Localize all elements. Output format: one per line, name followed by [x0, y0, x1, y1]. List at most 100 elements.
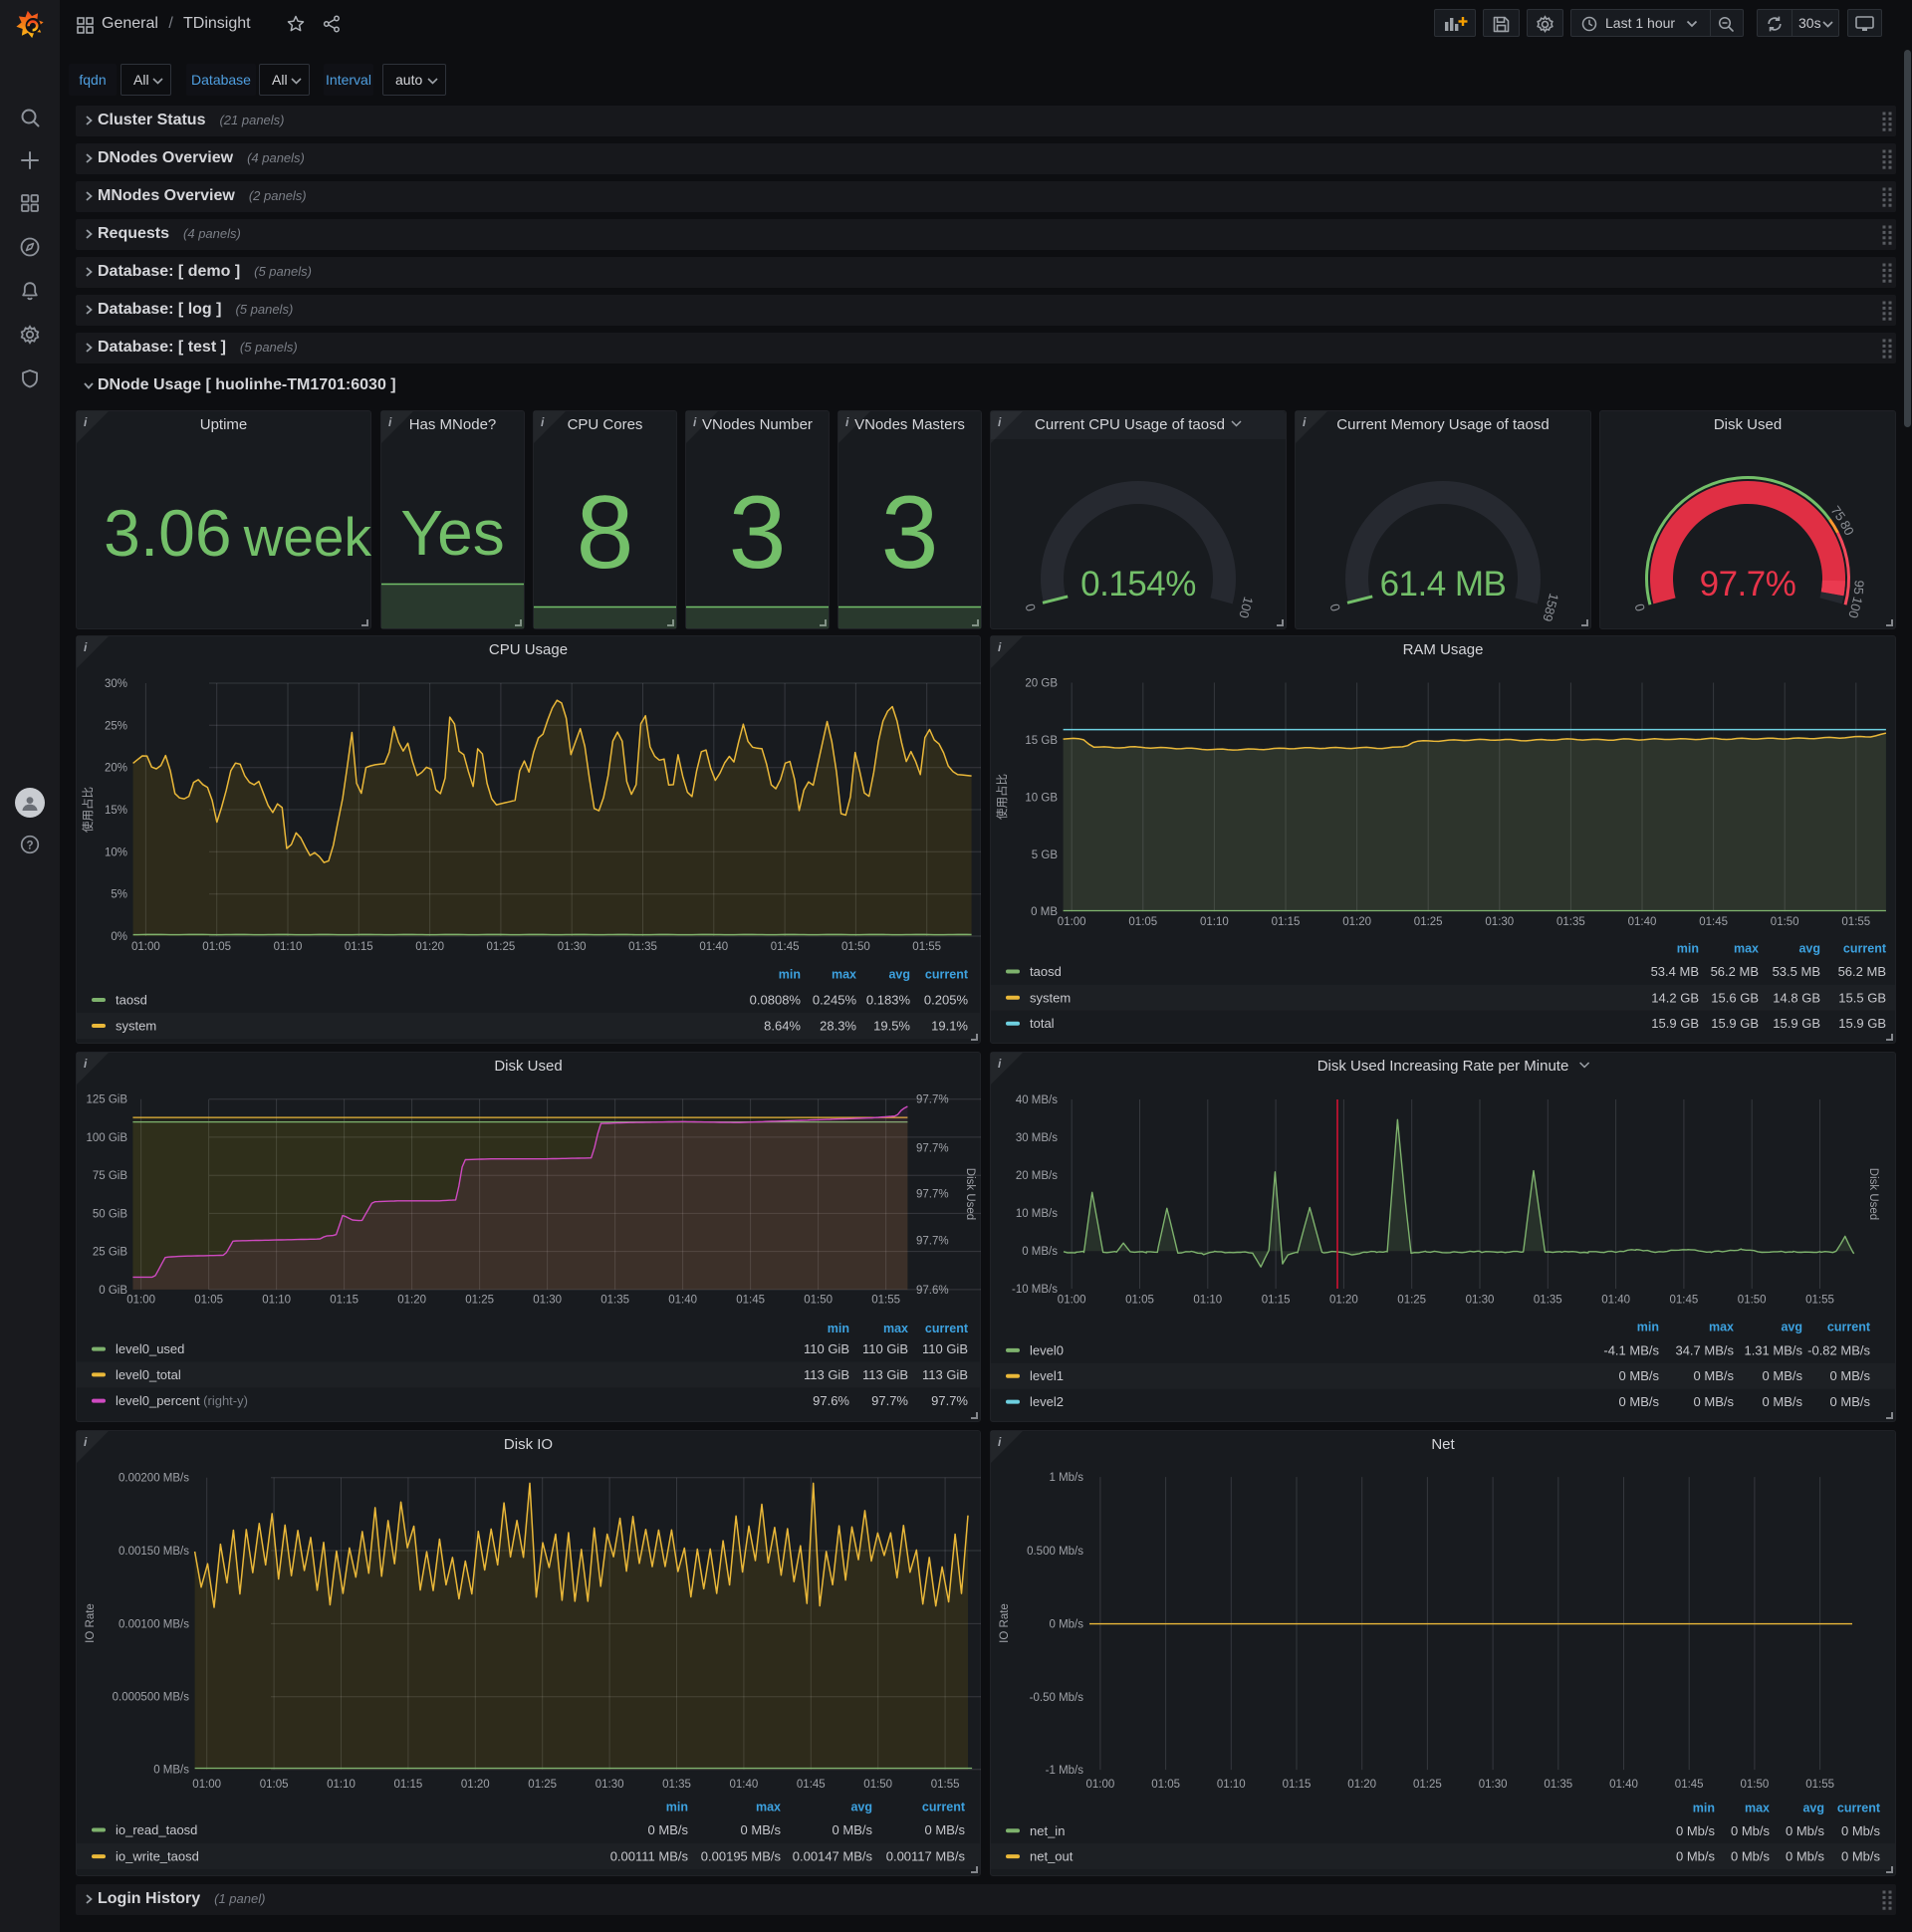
- svg-text:0 MB/s: 0 MB/s: [925, 1822, 966, 1837]
- svg-text:97.7%: 97.7%: [916, 1236, 949, 1248]
- svg-text:01:20: 01:20: [415, 941, 444, 953]
- svg-text:0 MB/s: 0 MB/s: [1830, 1394, 1871, 1409]
- svg-text:net_in: net_in: [1030, 1823, 1065, 1838]
- svg-text:0 Mb/s: 0 Mb/s: [1731, 1849, 1771, 1864]
- svg-text:95: 95: [1851, 580, 1867, 596]
- svg-text:current: current: [925, 968, 969, 982]
- svg-text:10%: 10%: [105, 846, 127, 858]
- svg-text:0 Mb/s: 0 Mb/s: [1786, 1849, 1825, 1864]
- svg-text:-4.1 MB/s: -4.1 MB/s: [1603, 1342, 1659, 1357]
- svg-text:01:55: 01:55: [871, 1295, 900, 1307]
- svg-text:1589: 1589: [1540, 592, 1561, 623]
- svg-text:avg: avg: [1781, 1320, 1802, 1333]
- svg-text:5 GB: 5 GB: [1032, 849, 1059, 861]
- svg-text:19.1%: 19.1%: [931, 1019, 968, 1034]
- svg-text:Disk IO: Disk IO: [504, 1436, 553, 1453]
- svg-text:01:15: 01:15: [1262, 1295, 1291, 1307]
- svg-text:113 GiB: 113 GiB: [922, 1367, 968, 1382]
- svg-text:01:10: 01:10: [1217, 1779, 1246, 1791]
- svg-text:0.154%: 0.154%: [1080, 565, 1196, 604]
- svg-text:15.9 GB: 15.9 GB: [1651, 1016, 1699, 1031]
- svg-text:0 MB/s: 0 MB/s: [1694, 1394, 1735, 1409]
- svg-text:0 MB/s: 0 MB/s: [1830, 1368, 1871, 1383]
- svg-text:01:05: 01:05: [260, 1779, 289, 1791]
- svg-text:current: current: [925, 1322, 969, 1335]
- svg-text:8.64%: 8.64%: [764, 1019, 801, 1034]
- svg-text:01:30: 01:30: [533, 1295, 562, 1307]
- svg-text:min: min: [1693, 1801, 1715, 1814]
- svg-text:50 GiB: 50 GiB: [93, 1208, 127, 1220]
- svg-text:01:25: 01:25: [1413, 1779, 1442, 1791]
- svg-text:01:50: 01:50: [863, 1779, 892, 1791]
- svg-text:14.2 GB: 14.2 GB: [1651, 990, 1699, 1005]
- svg-text:0 Mb/s: 0 Mb/s: [1676, 1823, 1716, 1838]
- svg-text:01:20: 01:20: [1342, 916, 1371, 928]
- svg-text:97.7%: 97.7%: [871, 1393, 908, 1408]
- svg-text:01:55: 01:55: [1805, 1779, 1834, 1791]
- svg-text:0%: 0%: [111, 931, 127, 943]
- svg-text:level2: level2: [1030, 1394, 1064, 1409]
- svg-text:io_write_taosd: io_write_taosd: [116, 1849, 199, 1864]
- svg-text:0.000500 MB/s: 0.000500 MB/s: [113, 1692, 190, 1704]
- svg-text:min: min: [1677, 942, 1699, 956]
- svg-text:56.2 MB: 56.2 MB: [1711, 964, 1759, 979]
- svg-text:01:55: 01:55: [912, 941, 941, 953]
- svg-text:01:55: 01:55: [931, 1779, 960, 1791]
- svg-text:01:30: 01:30: [1479, 1779, 1508, 1791]
- svg-text:113 GiB: 113 GiB: [862, 1367, 908, 1382]
- svg-text:avg: avg: [1798, 942, 1820, 956]
- svg-text:0 Mb/s: 0 Mb/s: [1841, 1823, 1881, 1838]
- svg-text:0 Mb/s: 0 Mb/s: [1786, 1823, 1825, 1838]
- svg-text:avg: avg: [850, 1801, 872, 1814]
- svg-text:01:45: 01:45: [1675, 1779, 1704, 1791]
- svg-text:level0_total: level0_total: [116, 1367, 181, 1382]
- svg-text:01:15: 01:15: [345, 941, 373, 953]
- svg-text:-1 Mb/s: -1 Mb/s: [1046, 1765, 1084, 1777]
- svg-text:113 GiB: 113 GiB: [804, 1367, 849, 1382]
- svg-text:max: max: [756, 1801, 781, 1814]
- svg-text:01:05: 01:05: [1128, 916, 1157, 928]
- svg-text:current: current: [1837, 1801, 1881, 1814]
- svg-text:01:15: 01:15: [1283, 1779, 1312, 1791]
- svg-text:75 GiB: 75 GiB: [93, 1170, 127, 1182]
- svg-text:01:10: 01:10: [327, 1779, 356, 1791]
- svg-text:01:20: 01:20: [397, 1295, 426, 1307]
- svg-text:0 Mb/s: 0 Mb/s: [1049, 1619, 1083, 1631]
- svg-text:-0.82 MB/s: -0.82 MB/s: [1807, 1342, 1870, 1357]
- svg-text:01:40: 01:40: [668, 1295, 697, 1307]
- svg-text:56.2 MB: 56.2 MB: [1838, 964, 1886, 979]
- svg-text:53.4 MB: 53.4 MB: [1651, 964, 1699, 979]
- svg-text:0.205%: 0.205%: [924, 993, 969, 1008]
- svg-text:0 GiB: 0 GiB: [99, 1285, 127, 1297]
- svg-text:01:40: 01:40: [699, 941, 728, 953]
- svg-text:01:45: 01:45: [736, 1295, 765, 1307]
- svg-text:-0.50 Mb/s: -0.50 Mb/s: [1030, 1692, 1084, 1704]
- svg-text:level1: level1: [1030, 1368, 1064, 1383]
- svg-text:01:15: 01:15: [330, 1295, 358, 1307]
- svg-text:1.31 MB/s: 1.31 MB/s: [1744, 1342, 1802, 1357]
- svg-text:97.7%: 97.7%: [931, 1393, 968, 1408]
- svg-text:15.5 GB: 15.5 GB: [1838, 990, 1886, 1005]
- svg-text:01:30: 01:30: [1485, 916, 1514, 928]
- svg-text:100 GiB: 100 GiB: [86, 1132, 127, 1144]
- svg-text:01:15: 01:15: [1272, 916, 1301, 928]
- svg-text:61.4 MB: 61.4 MB: [1380, 565, 1507, 604]
- svg-text:15%: 15%: [105, 805, 127, 817]
- svg-text:20 GB: 20 GB: [1025, 678, 1058, 690]
- svg-text:RAM Usage: RAM Usage: [1403, 641, 1484, 658]
- svg-text:20 MB/s: 20 MB/s: [1016, 1170, 1058, 1182]
- svg-text:0 Mb/s: 0 Mb/s: [1676, 1849, 1716, 1864]
- svg-text:01:15: 01:15: [394, 1779, 423, 1791]
- svg-text:15.9 GB: 15.9 GB: [1773, 1016, 1820, 1031]
- svg-text:0 MB/s: 0 MB/s: [1694, 1368, 1735, 1383]
- svg-text:0 MB/s: 0 MB/s: [1763, 1368, 1803, 1383]
- svg-text:01:50: 01:50: [1738, 1295, 1767, 1307]
- svg-text:0.00100 MB/s: 0.00100 MB/s: [119, 1618, 189, 1630]
- svg-text:01:50: 01:50: [841, 941, 870, 953]
- svg-text:0 MB/s: 0 MB/s: [1763, 1394, 1803, 1409]
- svg-text:IO Rate: IO Rate: [999, 1603, 1011, 1643]
- svg-text:19.5%: 19.5%: [873, 1019, 910, 1034]
- svg-text:01:35: 01:35: [662, 1779, 691, 1791]
- svg-text:10 MB/s: 10 MB/s: [1016, 1208, 1058, 1220]
- svg-text:0 MB/s: 0 MB/s: [153, 1765, 189, 1777]
